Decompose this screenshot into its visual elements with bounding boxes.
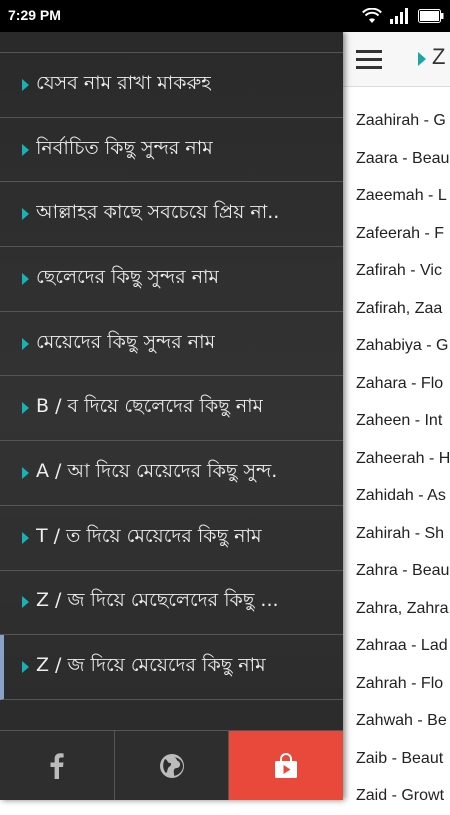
list-item[interactable]: Zahabiya - G bbox=[343, 327, 450, 365]
drawer-item[interactable]: T / ত দিয়ে মেয়েদের কিছু নাম bbox=[0, 506, 343, 571]
hamburger-icon[interactable] bbox=[356, 50, 382, 69]
main-content: Z Zaahirah - G Zaara - Beau Zaeemah - L … bbox=[343, 32, 450, 804]
drawer-item-label: মেয়েদের কিছু সুন্দর নাম bbox=[36, 330, 216, 353]
drawer-item[interactable]: যেসব নাম রাখা মাকরুহ bbox=[0, 53, 343, 118]
list-item[interactable]: Zahwah - Be bbox=[343, 702, 450, 740]
list-item[interactable]: Zahara - Flo bbox=[343, 365, 450, 403]
list-item[interactable]: Zafeerah - F bbox=[343, 215, 450, 253]
drawer-item-label: A / আ দিয়ে মেয়েদের কিছু সুন্দ. bbox=[36, 459, 278, 482]
list-item[interactable]: Zahirah - Sh bbox=[343, 515, 450, 553]
list-item[interactable]: Zaeemah - L bbox=[343, 177, 450, 215]
arrow-icon bbox=[22, 78, 29, 91]
names-list: Zaahirah - G Zaara - Beau Zaeemah - L Za… bbox=[343, 102, 450, 815]
list-item[interactable]: Zaara - Beau bbox=[343, 140, 450, 178]
list-item[interactable]: Zaib - Beaut bbox=[343, 740, 450, 778]
drawer-item-label: Z / জ দিয়ে মেছেলেদের কিছু ... bbox=[36, 589, 279, 612]
arrow-icon bbox=[22, 596, 29, 609]
arrow-icon bbox=[22, 143, 29, 156]
drawer-item-label: যেসব নাম রাখা মাকরুহ bbox=[36, 71, 212, 94]
battery-icon bbox=[418, 9, 444, 23]
arrow-icon bbox=[22, 661, 29, 674]
drawer-item[interactable]: আল্লাহর কাছে সবচেয়ে প্রিয় না.. bbox=[0, 182, 343, 248]
drawer-item-label: Z / জ দিয়ে মেয়েদের কিছু নাম bbox=[36, 654, 266, 677]
drawer-item-selected[interactable]: Z / জ দিয়ে মেয়েদের কিছু নাম bbox=[0, 635, 343, 700]
drawer-item[interactable]: Z / জ দিয়ে মেছেলেদের কিছু ... bbox=[0, 571, 343, 636]
signal-icon bbox=[390, 8, 408, 24]
list-item[interactable]: Zahidah - As bbox=[343, 477, 450, 515]
list-item[interactable]: Zafirah - Vic bbox=[343, 252, 450, 290]
website-button[interactable] bbox=[114, 730, 230, 800]
play-store-button[interactable] bbox=[229, 730, 344, 800]
drawer-item-label: আল্লাহর কাছে সবচেয়ে প্রিয় না.. bbox=[36, 201, 280, 224]
arrow-icon bbox=[22, 272, 29, 285]
app-bar: Z bbox=[343, 32, 450, 87]
app-title: Z bbox=[432, 44, 446, 69]
list-item[interactable]: Zahraa - Lad bbox=[343, 627, 450, 665]
list-item[interactable]: Zahra - Beau bbox=[343, 552, 450, 590]
drawer-item[interactable]: নির্বাচিত কিছু সুন্দর নাম bbox=[0, 118, 343, 183]
facebook-button[interactable] bbox=[0, 730, 115, 800]
store-icon bbox=[275, 752, 298, 778]
drawer-item-label: B / ব দিয়ে ছেলেদের কিছু নাম bbox=[36, 395, 264, 418]
drawer-item[interactable]: A / আ দিয়ে মেয়েদের কিছু সুন্দ. bbox=[0, 441, 343, 506]
list-item[interactable]: Zaid - Growt bbox=[343, 777, 450, 815]
list-item[interactable]: Zahrah - Flo bbox=[343, 665, 450, 703]
list-item[interactable]: Zaahirah - G bbox=[343, 102, 450, 140]
status-time: 7:29 PM bbox=[8, 7, 61, 23]
list-item[interactable]: Zafirah, Zaa bbox=[343, 290, 450, 328]
drawer-item-label: ছেলেদের কিছু সুন্দর নাম bbox=[36, 265, 220, 288]
drawer-bottom-bar bbox=[0, 730, 344, 800]
drawer-item-label: নির্বাচিত কিছু সুন্দর নাম bbox=[36, 136, 213, 159]
drawer-item[interactable]: ছেলেদের কিছু সুন্দর নাম bbox=[0, 247, 343, 312]
arrow-icon bbox=[22, 531, 29, 544]
drawer-menu: যেসব নাম রাখা মাকরুহ নির্বাচিত কিছু সুন্… bbox=[0, 53, 343, 700]
list-item[interactable]: Zahra, Zahra bbox=[343, 590, 450, 628]
globe-icon bbox=[159, 753, 184, 778]
arrow-icon bbox=[22, 208, 29, 221]
arrow-icon bbox=[22, 402, 29, 415]
drawer-item[interactable]: মেয়েদের কিছু সুন্দর নাম bbox=[0, 312, 343, 377]
list-item[interactable]: Zaheen - Int bbox=[343, 402, 450, 440]
arrow-icon bbox=[22, 337, 29, 350]
arrow-icon bbox=[22, 466, 29, 479]
drawer-item-label: T / ত দিয়ে মেয়েদের কিছু নাম bbox=[36, 524, 262, 547]
title-arrow-icon bbox=[418, 52, 426, 66]
wifi-icon bbox=[362, 8, 382, 23]
navigation-drawer: যেসব নাম রাখা মাকরুহ নির্বাচিত কিছু সুন্… bbox=[0, 32, 344, 800]
status-bar: 7:29 PM bbox=[0, 0, 450, 32]
drawer-item[interactable]: B / ব দিয়ে ছেলেদের কিছু নাম bbox=[0, 376, 343, 442]
facebook-icon bbox=[50, 752, 64, 779]
list-item[interactable]: Zaheerah - H bbox=[343, 440, 450, 478]
status-icons bbox=[362, 6, 444, 26]
